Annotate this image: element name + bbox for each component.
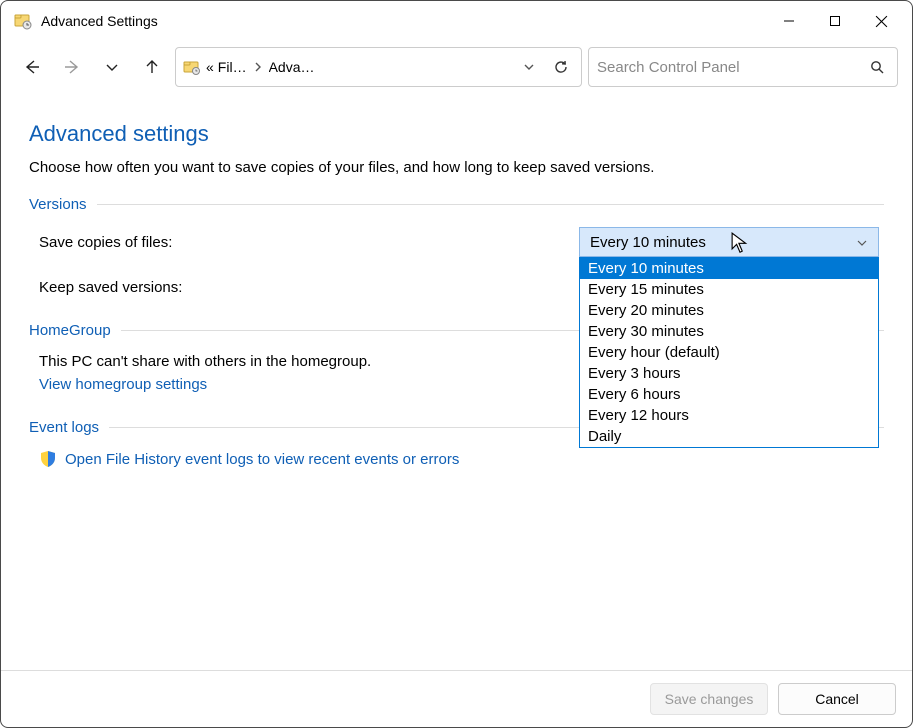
- search-button[interactable]: [865, 55, 889, 79]
- dropdown-item[interactable]: Every 3 hours: [580, 363, 878, 384]
- save-copies-combobox[interactable]: Every 10 minutes Every 10 minutesEvery 1…: [579, 227, 879, 257]
- dropdown-item[interactable]: Every 12 hours: [580, 405, 878, 426]
- field-label-keep-versions: Keep saved versions:: [39, 279, 579, 296]
- dropdown-list[interactable]: Every 10 minutesEvery 15 minutesEvery 20…: [579, 257, 879, 448]
- save-changes-button[interactable]: Save changes: [650, 683, 768, 715]
- up-button[interactable]: [135, 50, 169, 84]
- group-header-versions: Versions: [29, 196, 884, 213]
- open-event-logs-link[interactable]: Open File History event logs to view rec…: [65, 451, 459, 468]
- toolbar: « Fil… Adva…: [1, 41, 912, 101]
- recent-locations-button[interactable]: [95, 50, 129, 84]
- app-icon: [13, 11, 33, 31]
- breadcrumb-item-2[interactable]: Adva…: [269, 59, 315, 75]
- group-label-homegroup: HomeGroup: [29, 322, 111, 339]
- forward-button[interactable]: [55, 50, 89, 84]
- folder-icon: [182, 57, 202, 77]
- titlebar: Advanced Settings: [1, 1, 912, 41]
- window: Advanced Settings « Fil…: [0, 0, 913, 728]
- combobox-display[interactable]: Every 10 minutes: [579, 227, 879, 257]
- dropdown-item[interactable]: Every hour (default): [580, 342, 878, 363]
- dropdown-item[interactable]: Every 6 hours: [580, 384, 878, 405]
- chevron-right-icon: [251, 60, 265, 74]
- eventlogs-link-row: Open File History event logs to view rec…: [29, 450, 884, 468]
- dropdown-item[interactable]: Every 20 minutes: [580, 300, 878, 321]
- address-bar[interactable]: « Fil… Adva…: [175, 47, 582, 87]
- field-row-save-copies: Save copies of files: Every 10 minutes E…: [29, 227, 884, 257]
- dropdown-item[interactable]: Daily: [580, 426, 878, 447]
- maximize-button[interactable]: [812, 1, 858, 41]
- content: Advanced settings Choose how often you w…: [1, 101, 912, 670]
- combobox-value: Every 10 minutes: [590, 234, 706, 251]
- search-bar[interactable]: [588, 47, 898, 87]
- field-label-save-copies: Save copies of files:: [39, 234, 579, 251]
- dropdown-item[interactable]: Every 15 minutes: [580, 279, 878, 300]
- cancel-button[interactable]: Cancel: [778, 683, 896, 715]
- breadcrumb-ellipsis: «: [206, 59, 214, 75]
- close-button[interactable]: [858, 1, 904, 41]
- dropdown-item[interactable]: Every 30 minutes: [580, 321, 878, 342]
- versions-group: Versions Save copies of files: Every 10 …: [29, 196, 884, 296]
- search-input[interactable]: [597, 59, 865, 76]
- footer: Save changes Cancel: [1, 670, 912, 727]
- refresh-button[interactable]: [547, 53, 575, 81]
- dropdown-item[interactable]: Every 10 minutes: [580, 258, 878, 279]
- group-label-versions: Versions: [29, 196, 87, 213]
- breadcrumb-item-1[interactable]: Fil…: [218, 59, 247, 75]
- back-button[interactable]: [15, 50, 49, 84]
- window-title: Advanced Settings: [41, 13, 158, 29]
- divider: [97, 204, 884, 205]
- address-dropdown-button[interactable]: [515, 53, 543, 81]
- minimize-button[interactable]: [766, 1, 812, 41]
- view-homegroup-settings-link[interactable]: View homegroup settings: [39, 376, 207, 393]
- group-label-eventlogs: Event logs: [29, 419, 99, 436]
- chevron-down-icon: [856, 236, 868, 248]
- page-description: Choose how often you want to save copies…: [29, 159, 884, 176]
- page-title: Advanced settings: [29, 121, 884, 147]
- shield-icon: [39, 450, 57, 468]
